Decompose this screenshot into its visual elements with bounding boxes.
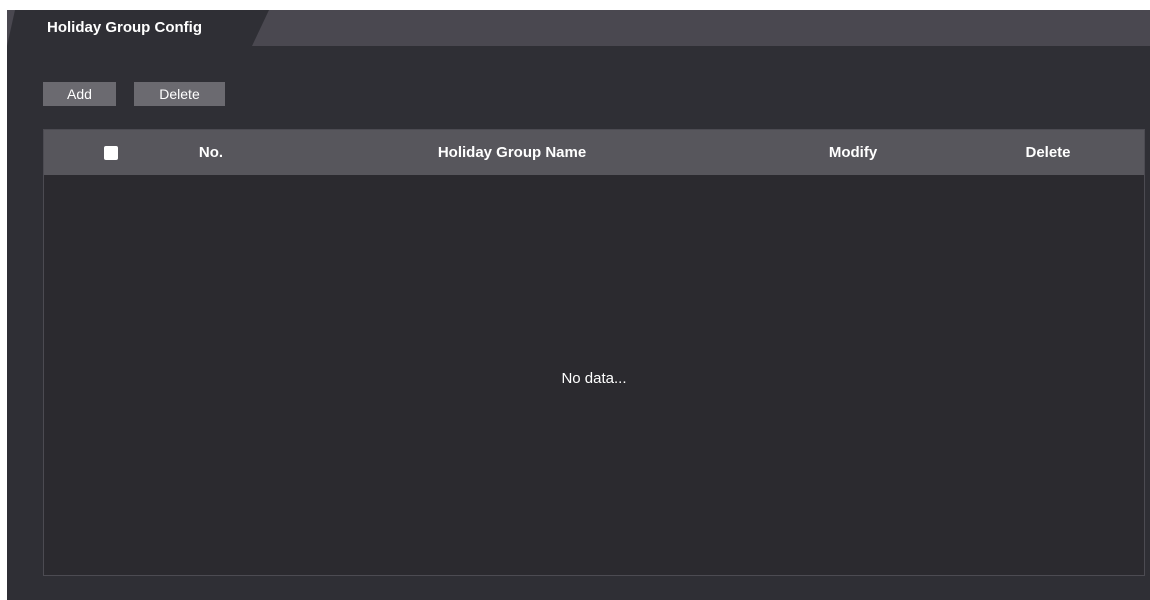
holiday-group-table: No. Holiday Group Name Modify Delete No … (43, 129, 1145, 576)
holiday-group-config-panel: Holiday Group Config Add Delete No. Holi… (7, 10, 1150, 600)
tab-bar: Holiday Group Config (7, 10, 1150, 46)
column-header-holiday-group-name: Holiday Group Name (437, 144, 587, 161)
column-header-no: No. (198, 144, 224, 161)
column-header-modify: Modify (828, 144, 878, 161)
column-header-delete: Delete (1025, 144, 1071, 161)
delete-button[interactable]: Delete (134, 82, 225, 106)
select-all-checkbox[interactable] (104, 146, 118, 160)
table-header: No. Holiday Group Name Modify Delete (44, 130, 1144, 175)
tab-holiday-group-config[interactable]: Holiday Group Config (7, 10, 269, 46)
add-button[interactable]: Add (43, 82, 116, 106)
tab-label: Holiday Group Config (47, 19, 202, 36)
empty-state-message: No data... (561, 370, 627, 387)
